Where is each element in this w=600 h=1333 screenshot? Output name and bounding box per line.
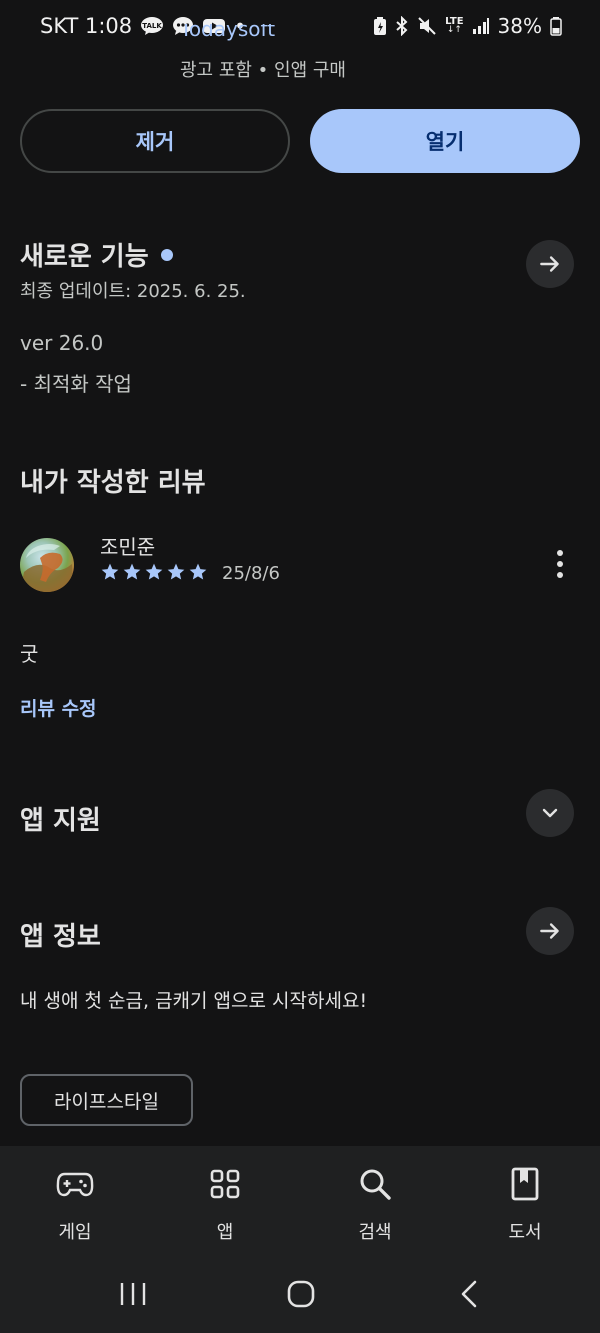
rating-stars	[100, 562, 208, 582]
nav-games-label: 게임	[58, 1222, 92, 1243]
star-icon	[189, 563, 207, 580]
nav-search-label: 검색	[358, 1222, 392, 1243]
carrier-time: SKT 1:08	[40, 14, 133, 38]
app-description: 내 생애 첫 순금, 금캐기 앱으로 시작하세요!	[20, 990, 368, 1012]
developer-name-text: Todaysoft	[180, 24, 276, 41]
arrow-right-icon	[540, 923, 559, 939]
gamepad-icon	[55, 1164, 95, 1204]
uninstall-button[interactable]: 제거	[20, 109, 290, 173]
review-date: 25/8/6	[222, 563, 280, 584]
mute-icon	[417, 16, 437, 36]
whats-new-heading[interactable]: 새로운 기능	[20, 236, 173, 273]
review-author: 조민준	[100, 535, 156, 559]
nav-books[interactable]: 도서	[465, 1160, 585, 1250]
book-icon	[505, 1164, 545, 1204]
recent-apps-button[interactable]	[118, 1280, 148, 1308]
back-button[interactable]	[456, 1279, 484, 1309]
open-button[interactable]: 열기	[310, 109, 580, 173]
nav-games[interactable]: 게임	[15, 1160, 135, 1250]
battery-percent: 38%	[497, 14, 542, 38]
app-support-expand-button[interactable]	[526, 789, 574, 837]
ads-iap-notice: 광고 포함 • 인앱 구매	[180, 60, 346, 81]
home-button[interactable]	[286, 1279, 316, 1309]
whats-new-arrow-button[interactable]	[526, 240, 574, 288]
star-icon	[145, 563, 163, 580]
developer-name[interactable]: Todaysoft	[180, 24, 320, 46]
nav-search[interactable]: 검색	[315, 1160, 435, 1250]
home-icon	[287, 1280, 315, 1308]
recent-apps-icon	[120, 1283, 146, 1305]
nav-apps-label: 앱	[216, 1222, 234, 1243]
whats-new-title: 새로운 기능	[20, 242, 149, 272]
nav-books-label: 도서	[508, 1222, 542, 1243]
battery-icon	[550, 16, 562, 36]
review-more-button[interactable]	[544, 544, 576, 584]
category-chip[interactable]: 라이프스타일	[20, 1074, 193, 1126]
data-arrows-icon: ↓↑	[446, 25, 462, 35]
star-icon	[167, 563, 185, 580]
app-support-title[interactable]: 앱 지원	[20, 800, 101, 837]
avatar	[20, 538, 74, 592]
last-updated: 최종 업데이트: 2025. 6. 25.	[20, 281, 246, 302]
app-info-arrow-button[interactable]	[526, 907, 574, 955]
chevron-down-icon	[542, 808, 558, 818]
star-icon	[101, 563, 119, 580]
kakaotalk-icon: TALK	[140, 16, 164, 36]
more-vert-icon	[557, 550, 563, 578]
back-icon	[461, 1280, 477, 1308]
my-review-title: 내가 작성한 리뷰	[20, 468, 206, 498]
edit-review-link[interactable]: 리뷰 수정	[20, 694, 97, 721]
apps-grid-icon	[205, 1164, 245, 1204]
review-text: 굿	[20, 642, 39, 666]
nav-apps[interactable]: 앱	[165, 1160, 285, 1250]
lte-icon: LTE ↓↑	[445, 17, 463, 35]
signal-icon	[472, 17, 490, 35]
battery-saver-icon	[373, 16, 387, 36]
version-text: ver 26.0	[20, 331, 104, 355]
new-indicator-dot	[160, 248, 173, 261]
bluetooth-icon	[395, 16, 409, 36]
arrow-right-icon	[540, 256, 559, 272]
star-icon	[123, 563, 141, 580]
app-info-title[interactable]: 앱 정보	[20, 916, 101, 953]
release-note: - 최적화 작업	[20, 372, 132, 396]
talk-badge-text: TALK	[142, 22, 162, 30]
search-icon	[355, 1164, 395, 1204]
status-right: LTE ↓↑ 38%	[373, 12, 562, 40]
